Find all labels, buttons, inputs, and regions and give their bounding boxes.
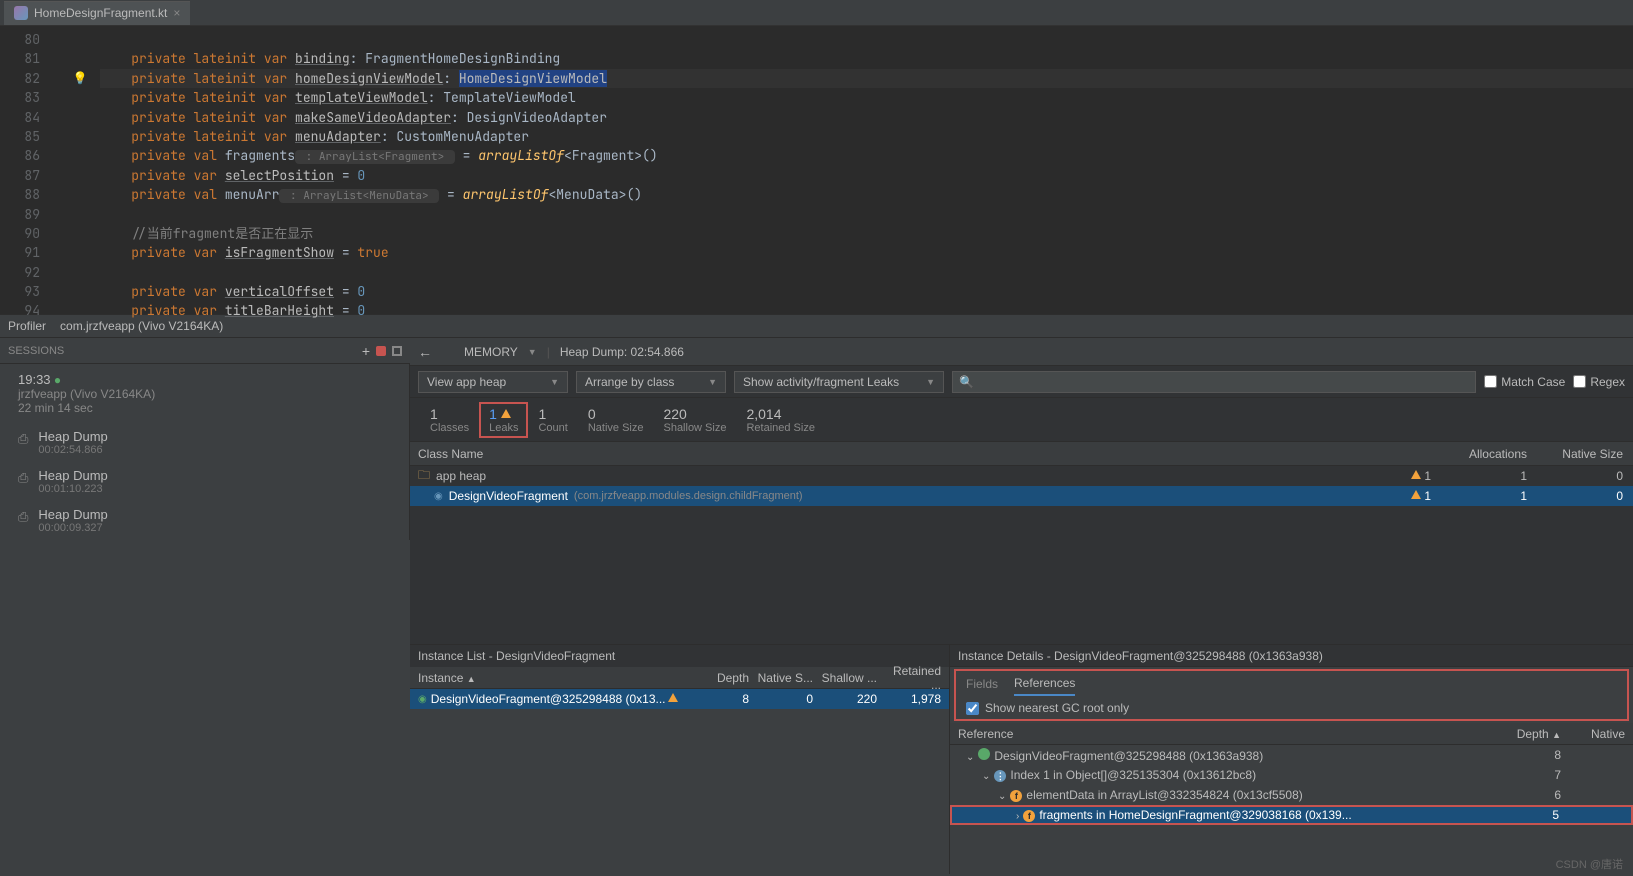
heap-dump-item[interactable]: ⎙Heap Dump00:01:10.223 <box>0 462 409 501</box>
instance-details-title: Instance Details - DesignVideoFragment@3… <box>950 645 1633 667</box>
heap-filter-row: View app heap▼ Arrange by class▼ Show ac… <box>410 366 1633 398</box>
sessions-label: SESSIONS <box>8 345 64 357</box>
heap-dump-icon: ⎙ <box>18 509 28 525</box>
memory-toolbar: ← MEMORY ▼ | Heap Dump: 02:54.866 <box>410 338 1633 366</box>
record-icon[interactable] <box>376 346 386 356</box>
stat-count: 1Count <box>528 406 577 434</box>
stop-icon[interactable] <box>392 346 402 356</box>
heap-dump-icon: ⎙ <box>18 431 28 447</box>
instance-list-title: Instance List - DesignVideoFragment <box>410 645 949 667</box>
session-device: jrzfveapp (Vivo V2164KA) <box>18 387 391 401</box>
reference-row[interactable]: ⌄felementData in ArrayList@332354824 (0x… <box>950 785 1633 805</box>
heap-stats-row: 1Classes1 Leaks1Count0Native Size220Shal… <box>410 398 1633 442</box>
reference-row[interactable]: ⌄DesignVideoFragment@325298488 (0x1363a9… <box>950 745 1633 765</box>
heap-dump-item[interactable]: ⎙Heap Dump00:00:09.327 <box>0 501 409 540</box>
col-allocations[interactable]: Allocations <box>1441 447 1537 461</box>
instance-list: Instance List - DesignVideoFragment Inst… <box>410 645 950 874</box>
instance-row[interactable]: ◉ DesignVideoFragment@325298488 (0x13...… <box>410 689 949 709</box>
reference-row[interactable]: ›ffragments in HomeDesignFragment@329038… <box>950 805 1633 825</box>
warn-icon <box>668 693 678 702</box>
code-editor[interactable]: 808182838485868788899091929394 💡 private… <box>0 26 1633 314</box>
sessions-panel: 19:33 ● jrzfveapp (Vivo V2164KA) 22 min … <box>0 364 410 540</box>
arrange-combo[interactable]: Arrange by class▼ <box>576 371 726 393</box>
code-area[interactable]: private lateinit var binding: FragmentHo… <box>100 26 1633 314</box>
class-table-header: Class Name Allocations Native Size <box>410 442 1633 466</box>
close-icon[interactable]: × <box>173 6 180 20</box>
sessions-header: SESSIONS + <box>0 338 410 364</box>
instance-columns: Instance ▲ Depth Native S... Shallow ...… <box>410 667 949 689</box>
col-classname[interactable]: Class Name <box>410 447 1441 461</box>
file-tab[interactable]: HomeDesignFragment.kt × <box>4 1 190 25</box>
breadcrumb-profiler[interactable]: Profiler <box>8 319 46 333</box>
file-tab-label: HomeDesignFragment.kt <box>34 6 167 20</box>
tab-references[interactable]: References <box>1014 672 1075 696</box>
stat-classes: 1Classes <box>420 406 479 434</box>
line-gutter: 808182838485868788899091929394 <box>0 26 60 314</box>
stat-retained-size: 2,014Retained Size <box>736 406 825 434</box>
instance-icon: ◉ <box>418 694 427 705</box>
warn-icon <box>1411 470 1421 479</box>
folder-icon: 🗀 <box>418 466 430 487</box>
heap-view-combo[interactable]: View app heap▼ <box>418 371 568 393</box>
back-icon[interactable]: ← <box>418 344 432 360</box>
class-search-input[interactable]: 🔍 <box>952 371 1476 393</box>
match-case-checkbox[interactable]: Match Case <box>1484 375 1565 389</box>
gutter-icons: 💡 <box>60 26 100 314</box>
session-time: 19:33 <box>18 372 51 387</box>
instance-details-panel: Instance Details - DesignVideoFragment@3… <box>950 645 1633 874</box>
memory-label: MEMORY <box>464 345 518 359</box>
heap-dump-item[interactable]: ⎙Heap Dump00:02:54.866 <box>0 423 409 462</box>
stat-leaks[interactable]: 1 Leaks <box>479 402 528 438</box>
regex-checkbox[interactable]: Regex <box>1573 375 1625 389</box>
details-tabs: Fields References <box>956 671 1627 697</box>
sort-asc-icon: ▲ <box>1552 730 1561 740</box>
heap-row[interactable]: 🗀app heap 1 1 0 <box>410 466 1633 486</box>
stat-native-size: 0Native Size <box>578 406 654 434</box>
active-dot-icon: ● <box>54 373 61 387</box>
heap-dump-label: Heap Dump: 02:54.866 <box>560 345 684 359</box>
leaks-combo[interactable]: Show activity/fragment Leaks▼ <box>734 371 944 393</box>
chevron-down-icon[interactable]: ▼ <box>528 347 537 357</box>
kotlin-file-icon <box>14 6 28 20</box>
search-icon: 🔍 <box>959 375 974 389</box>
sort-asc-icon: ▲ <box>467 674 476 684</box>
reference-row[interactable]: ⌄⋮Index 1 in Object[]@325135304 (0x13612… <box>950 765 1633 785</box>
breadcrumb-app[interactable]: com.jrzfveapp (Vivo V2164KA) <box>60 319 223 333</box>
tab-fields[interactable]: Fields <box>966 673 998 695</box>
gc-root-checkbox[interactable]: Show nearest GC root only <box>956 697 1627 719</box>
warn-icon <box>1411 490 1421 499</box>
editor-tab-bar: HomeDesignFragment.kt × <box>0 0 1633 26</box>
reference-columns: Reference Depth ▲ Native <box>950 723 1633 745</box>
col-native-size[interactable]: Native Size <box>1537 447 1633 461</box>
class-icon: ◉ <box>434 491 443 502</box>
instance-section: Instance List - DesignVideoFragment Inst… <box>410 644 1633 874</box>
watermark: CSDN @唐诺 <box>1556 856 1623 872</box>
stat-shallow-size: 220Shallow Size <box>653 406 736 434</box>
session-duration: 22 min 14 sec <box>18 401 391 415</box>
add-session-icon[interactable]: + <box>362 343 370 359</box>
class-row-selected[interactable]: ◉DesignVideoFragment (com.jrzfveapp.modu… <box>410 486 1633 506</box>
session-item[interactable]: 19:33 ● jrzfveapp (Vivo V2164KA) 22 min … <box>0 364 409 423</box>
heap-dump-icon: ⎙ <box>18 470 28 486</box>
